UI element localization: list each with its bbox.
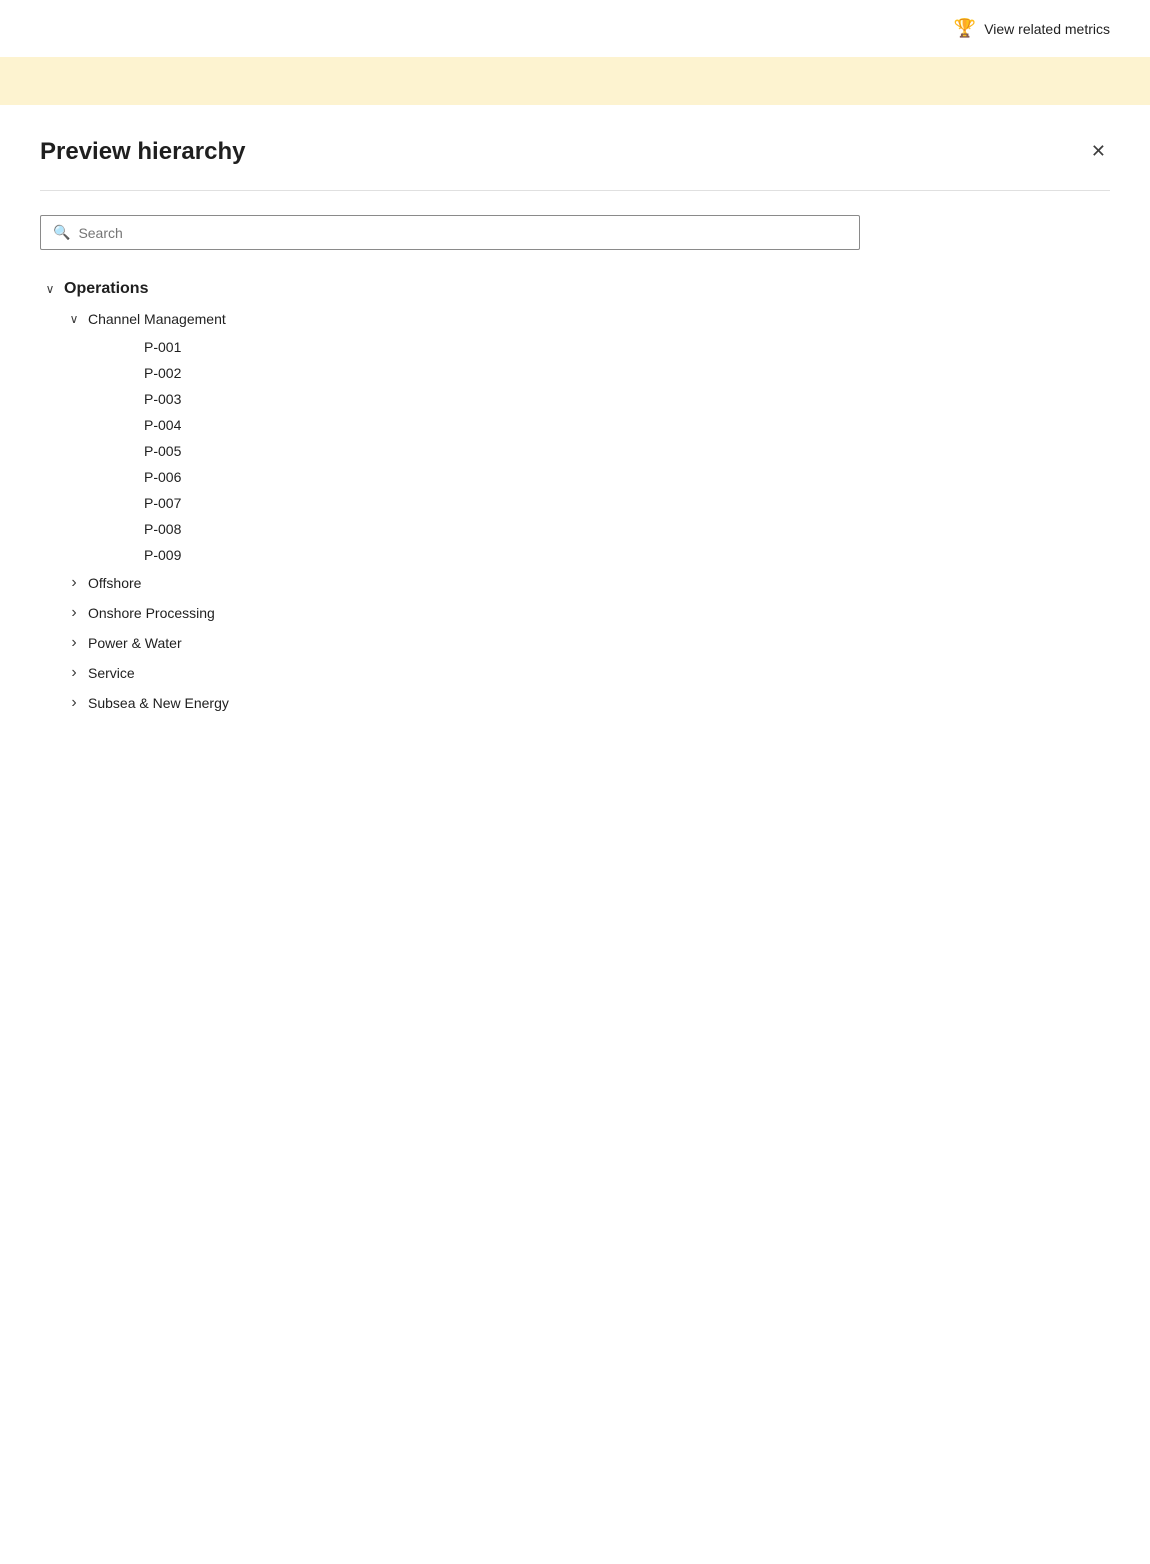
trophy-icon: 🏆	[954, 18, 976, 39]
tree-row-p001[interactable]: P-001	[40, 334, 1110, 360]
tree-row-p004[interactable]: P-004	[40, 412, 1110, 438]
chevron-channel-management	[64, 309, 84, 329]
chevron-onshore-processing	[64, 603, 84, 623]
tree-item-power-water: Power & Water	[40, 628, 1110, 658]
tree-row-operations[interactable]: Operations	[40, 274, 1110, 304]
tree-row-service[interactable]: Service	[40, 658, 1110, 688]
tree-label-p005: P-005	[144, 443, 181, 459]
top-bar: 🏆 View related metrics	[0, 0, 1150, 57]
tree-children-channel-management: P-001 P-002 P-003 P-004	[40, 334, 1110, 568]
close-icon: ✕	[1091, 141, 1106, 162]
close-button[interactable]: ✕	[1087, 137, 1110, 166]
tree-row-onshore-processing[interactable]: Onshore Processing	[40, 598, 1110, 628]
chevron-offshore	[64, 573, 84, 593]
tree-children-operations: Channel Management P-001 P-002	[40, 304, 1110, 718]
tree-label-p009: P-009	[144, 547, 181, 563]
tree-item-operations: Operations Channel Management P-001	[40, 274, 1110, 718]
tree-label-subsea: Subsea & New Energy	[88, 695, 229, 711]
tree-label-p008: P-008	[144, 521, 181, 537]
search-box: 🔍	[40, 215, 860, 250]
tree-item-offshore: Offshore	[40, 568, 1110, 598]
tree-row-p003[interactable]: P-003	[40, 386, 1110, 412]
tree-row-p007[interactable]: P-007	[40, 490, 1110, 516]
chevron-operations	[40, 279, 60, 299]
chevron-service	[64, 663, 84, 683]
tree-label-channel-management: Channel Management	[88, 311, 226, 327]
tree-label-operations: Operations	[64, 280, 148, 298]
tree-row-channel-management[interactable]: Channel Management	[40, 304, 1110, 334]
tree-label-p003: P-003	[144, 391, 181, 407]
tree-label-power-water: Power & Water	[88, 635, 182, 651]
tree-row-p002[interactable]: P-002	[40, 360, 1110, 386]
view-metrics-button[interactable]: 🏆 View related metrics	[954, 18, 1110, 39]
tree-row-offshore[interactable]: Offshore	[40, 568, 1110, 598]
tree-label-p006: P-006	[144, 469, 181, 485]
tree-row-p008[interactable]: P-008	[40, 516, 1110, 542]
tree-label-p001: P-001	[144, 339, 181, 355]
chevron-power-water	[64, 633, 84, 653]
tree-label-onshore-processing: Onshore Processing	[88, 605, 215, 621]
tree-item-onshore-processing: Onshore Processing	[40, 598, 1110, 628]
search-icon: 🔍	[53, 224, 70, 241]
tree-item-channel-management: Channel Management P-001 P-002	[40, 304, 1110, 568]
tree-item-subsea: Subsea & New Energy	[40, 688, 1110, 718]
panel-title: Preview hierarchy	[40, 138, 245, 166]
tree-row-subsea[interactable]: Subsea & New Energy	[40, 688, 1110, 718]
tree-item-service: Service	[40, 658, 1110, 688]
preview-hierarchy-panel: Preview hierarchy ✕ 🔍 Operations	[0, 105, 1150, 758]
tree-row-p006[interactable]: P-006	[40, 464, 1110, 490]
search-container: 🔍	[40, 215, 1110, 250]
tree-label-service: Service	[88, 665, 135, 681]
panel-divider	[40, 190, 1110, 191]
tree-label-p007: P-007	[144, 495, 181, 511]
tree-row-p009[interactable]: P-009	[40, 542, 1110, 568]
tree-row-p005[interactable]: P-005	[40, 438, 1110, 464]
chevron-subsea	[64, 693, 84, 713]
tree-label-p004: P-004	[144, 417, 181, 433]
tree-label-offshore: Offshore	[88, 575, 141, 591]
search-input[interactable]	[78, 225, 847, 241]
view-metrics-label: View related metrics	[984, 21, 1110, 37]
yellow-banner	[0, 57, 1150, 105]
tree-label-p002: P-002	[144, 365, 181, 381]
panel-header: Preview hierarchy ✕	[40, 137, 1110, 166]
tree-row-power-water[interactable]: Power & Water	[40, 628, 1110, 658]
hierarchy-tree: Operations Channel Management P-001	[40, 274, 1110, 718]
